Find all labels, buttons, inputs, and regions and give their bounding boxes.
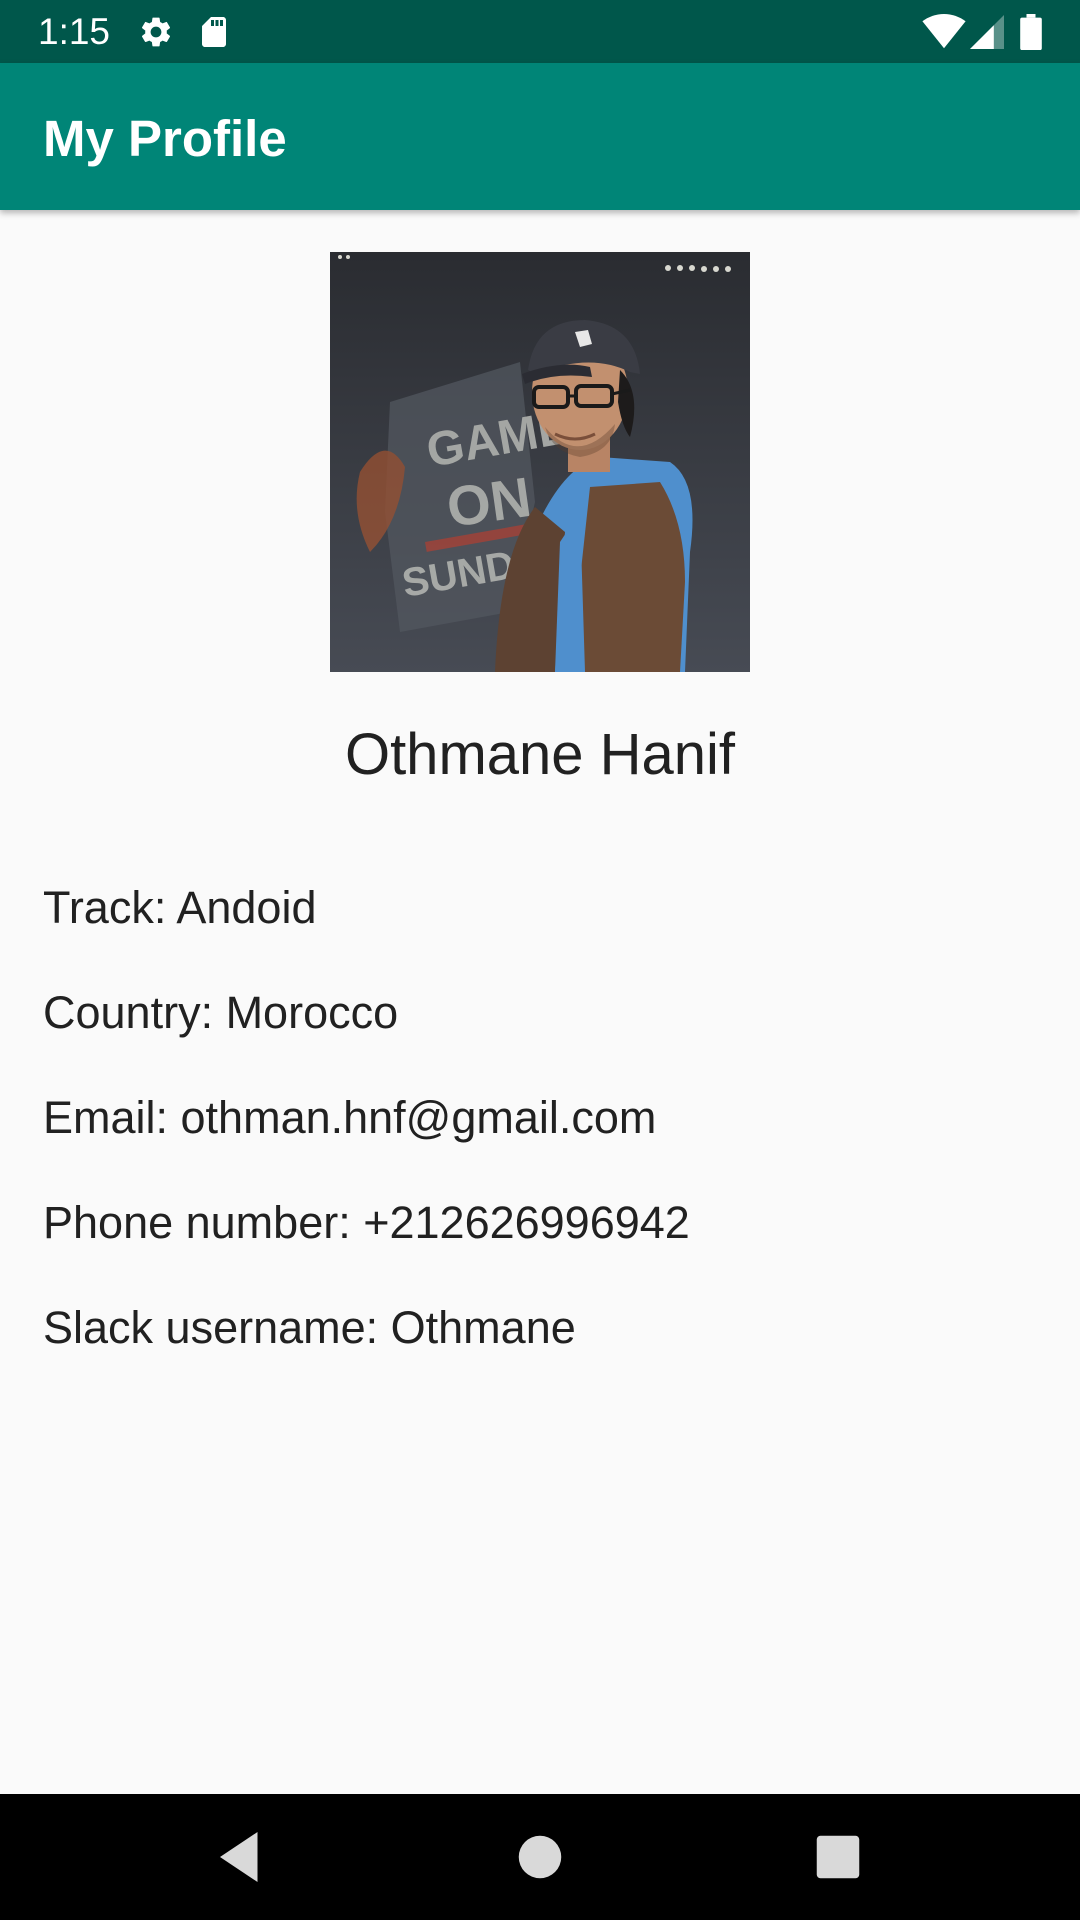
- navigation-bar: [0, 1794, 1080, 1920]
- home-icon[interactable]: [510, 1827, 570, 1887]
- country-text: Country: Morocco: [43, 987, 399, 1038]
- signal-icon: [970, 15, 1004, 49]
- profile-photo: GAME ON SUNDAY 3: [330, 252, 750, 672]
- phone-text: Phone number: +212626996942: [43, 1197, 690, 1248]
- track-text: Track: Andoid: [43, 882, 317, 933]
- status-time: 1:15: [38, 11, 111, 52]
- page-title: My Profile: [43, 110, 287, 167]
- screen: 1:15 My Profile GAME ON SUNDAY 3 Othmane…: [0, 0, 1080, 1920]
- recents-icon[interactable]: [808, 1827, 868, 1887]
- battery-icon: [1020, 14, 1042, 50]
- sd-card-icon: [202, 17, 226, 47]
- app-bar: My Profile: [0, 63, 1080, 210]
- settings-icon: [141, 17, 171, 47]
- back-icon[interactable]: [210, 1827, 270, 1887]
- email-text: Email: othman.hnf@gmail.com: [43, 1092, 657, 1143]
- profile-photo-image: GAME ON SUNDAY 3: [330, 252, 750, 672]
- wifi-icon: [922, 14, 966, 49]
- slack-text: Slack username: Othmane: [43, 1302, 576, 1353]
- status-bar: 1:15: [0, 0, 1080, 63]
- profile-name: Othmane Hanif: [344, 722, 736, 787]
